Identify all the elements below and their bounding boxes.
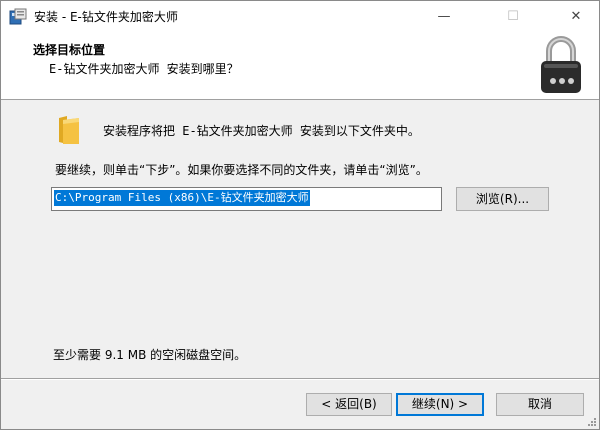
installer-icon [9,8,27,25]
padlock-icon [541,36,581,93]
next-button[interactable]: 继续(N) > [396,393,484,416]
footer-divider [1,378,599,380]
disk-space-text: 至少需要 9.1 MB 的空闲磁盘空间。 [53,348,247,362]
page-subtitle: E-钻文件夹加密大师 安装到哪里？ [49,62,239,76]
minimize-button[interactable]: — [421,1,467,32]
intro-text: 安装程序将把 E-钻文件夹加密大师 安装到以下文件夹中。 [103,124,420,138]
cancel-button[interactable]: 取消 [496,393,584,416]
back-button[interactable]: < 返回(B) [306,393,392,416]
maximize-button[interactable]: ☐ [490,1,536,32]
wizard-header: 选择目标位置 E-钻文件夹加密大师 安装到哪里？ [1,32,599,100]
page-title: 选择目标位置 [33,43,106,57]
title-bar[interactable]: 安装 - E-钻文件夹加密大师 — ☐ ✕ [1,1,599,32]
browse-button[interactable]: 浏览(R)... [456,187,549,211]
destination-path-input[interactable]: C:\Program Files (x86)\E-钻文件夹加密大师 [51,187,442,211]
path-value: C:\Program Files (x86)\E-钻文件夹加密大师 [54,190,310,206]
window-title: 安装 - E-钻文件夹加密大师 [34,10,178,24]
folder-icon [59,116,79,144]
resize-grip-icon[interactable] [587,417,597,427]
installer-window: 安装 - E-钻文件夹加密大师 — ☐ ✕ 选择目标位置 E-钻文件夹加密大师 … [0,0,600,430]
close-button[interactable]: ✕ [553,1,599,32]
continue-instructions: 要继续，则单击“下步”。如果你要选择不同的文件夹，请单击“浏览”。 [55,163,428,177]
